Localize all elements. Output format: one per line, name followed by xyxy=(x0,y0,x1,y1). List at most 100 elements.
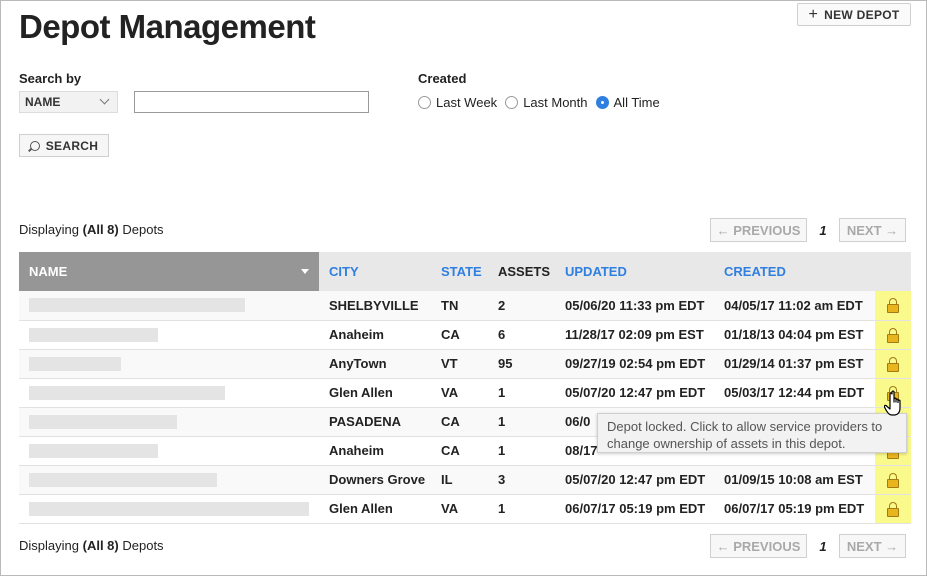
table-row[interactable]: Downers Grove IL 3 05/07/20 12:47 pm EDT 01/… xyxy=(19,465,911,495)
cell-city: Glen Allen xyxy=(319,378,431,408)
lock-toggle[interactable] xyxy=(875,349,911,379)
hand-cursor-icon xyxy=(884,390,901,416)
lock-toggle[interactable] xyxy=(875,320,911,350)
redacted-name-bar xyxy=(29,443,158,458)
radio-indicator[interactable] xyxy=(505,96,519,109)
search-by-select[interactable]: NAME xyxy=(19,91,118,113)
column-header-assets: ASSETS xyxy=(488,252,555,291)
count-suffix: Depots xyxy=(122,222,164,237)
lock-tooltip: Depot locked. Click to allow service pro… xyxy=(597,413,907,453)
next-button[interactable]: NEXT → xyxy=(839,218,906,242)
lock-icon[interactable] xyxy=(887,501,899,517)
lock-toggle[interactable] xyxy=(875,465,911,495)
cell-city: PASADENA xyxy=(319,407,431,437)
cell-city: Downers Grove xyxy=(319,465,431,495)
lock-icon[interactable] xyxy=(887,472,899,488)
radio-label: Last Week xyxy=(436,95,498,110)
cell-city: AnyTown xyxy=(319,349,431,379)
cell-assets: 2 xyxy=(488,291,555,321)
table-row[interactable]: Anaheim CA 6 11/28/17 02:09 pm EST 01/18/13 … xyxy=(19,320,911,350)
column-header-city[interactable]: CITY xyxy=(319,252,431,291)
radio-label: Last Month xyxy=(523,95,588,110)
cell-city: Glen Allen xyxy=(319,494,431,524)
radio-indicator[interactable] xyxy=(418,96,431,109)
cell-name-redacted xyxy=(19,494,319,524)
cell-created: 01/09/15 10:08 am EST xyxy=(714,465,875,495)
count-prefix: Displaying xyxy=(19,222,79,237)
cell-assets: 1 xyxy=(488,436,555,466)
radio-all-time[interactable]: All Time xyxy=(595,95,660,110)
search-button[interactable]: SEARCH xyxy=(19,134,109,157)
result-count-top: Displaying (All 8) Depots xyxy=(19,222,164,237)
search-by-value: NAME xyxy=(25,95,61,109)
search-input[interactable] xyxy=(134,91,369,113)
count-value: (All 8) xyxy=(82,222,119,237)
cell-state: VA xyxy=(431,494,488,524)
lock-icon[interactable] xyxy=(887,298,899,314)
table-header-row: NAME CITY STATE ASSETS UPDATED CREATED xyxy=(19,252,911,291)
cell-state: TN xyxy=(431,291,488,321)
new-depot-button[interactable]: + NEW DEPOT xyxy=(797,3,911,26)
created-radio-group: Last Week Last Month All Time xyxy=(418,95,668,110)
cell-state: IL xyxy=(431,465,488,495)
search-button-label: SEARCH xyxy=(45,138,99,153)
cell-created: 06/07/17 05:19 pm EDT xyxy=(714,494,875,524)
table-row[interactable]: SHELBYVILLE TN 2 05/06/20 11:33 pm EDT 04/05… xyxy=(19,291,911,321)
cell-city: Anaheim xyxy=(319,320,431,350)
cell-assets: 6 xyxy=(488,320,555,350)
cell-state: CA xyxy=(431,320,488,350)
table-row[interactable]: Glen Allen VA 1 05/07/20 12:47 pm EDT 05/03/… xyxy=(19,378,911,408)
cell-assets: 1 xyxy=(488,378,555,408)
cell-name-redacted xyxy=(19,291,319,321)
count-value: (All 8) xyxy=(82,538,119,553)
cell-created: 05/03/17 12:44 pm EDT xyxy=(714,378,875,408)
column-label: STATE xyxy=(441,264,482,279)
cell-assets: 1 xyxy=(488,407,555,437)
column-header-lock xyxy=(875,252,911,291)
lock-icon[interactable] xyxy=(887,356,899,372)
lock-toggle[interactable] xyxy=(875,494,911,524)
cell-created: 01/29/14 01:37 pm EST xyxy=(714,349,875,379)
table-row[interactable]: AnyTown VT 95 09/27/19 02:54 pm EDT 01/29/14… xyxy=(19,349,911,379)
cell-updated: 09/27/19 02:54 pm EDT xyxy=(555,349,714,379)
next-button[interactable]: NEXT → xyxy=(839,534,906,558)
cell-updated: 05/06/20 11:33 pm EDT xyxy=(555,291,714,321)
radio-last-week[interactable]: Last Week xyxy=(418,95,497,110)
new-depot-label: NEW DEPOT xyxy=(824,7,900,22)
column-header-created[interactable]: CREATED xyxy=(714,252,875,291)
depots-table: NAME CITY STATE ASSETS UPDATED CREATED S… xyxy=(19,252,911,524)
radio-indicator-selected[interactable] xyxy=(595,96,609,109)
pagination-top: ← PREVIOUS 1 NEXT → xyxy=(710,218,906,242)
lock-icon[interactable] xyxy=(887,327,899,343)
search-by-label: Search by xyxy=(19,71,82,86)
redacted-name-bar xyxy=(29,327,158,342)
cell-name-redacted xyxy=(19,407,319,437)
cell-updated: 11/28/17 02:09 pm EST xyxy=(555,320,714,350)
radio-label: All Time xyxy=(613,95,660,110)
cell-state: CA xyxy=(431,407,488,437)
cell-name-redacted xyxy=(19,349,319,379)
chevron-down-icon xyxy=(99,94,110,105)
page-title: Depot Management xyxy=(19,8,316,45)
pagination-bottom: ← PREVIOUS 1 NEXT → xyxy=(710,534,906,558)
cell-assets: 95 xyxy=(488,349,555,379)
radio-last-month[interactable]: Last Month xyxy=(505,95,588,110)
table-row[interactable]: Glen Allen VA 1 06/07/17 05:19 pm EDT 06/07/… xyxy=(19,494,911,524)
cell-created: 04/05/17 11:02 am EDT xyxy=(714,291,875,321)
cell-assets: 3 xyxy=(488,465,555,495)
lock-toggle[interactable] xyxy=(875,291,911,321)
column-header-name[interactable]: NAME xyxy=(19,252,319,291)
previous-button[interactable]: ← PREVIOUS xyxy=(710,218,807,242)
page-number: 1 xyxy=(819,222,827,238)
page-number: 1 xyxy=(819,538,827,554)
previous-button[interactable]: ← PREVIOUS xyxy=(710,534,807,558)
cell-city: SHELBYVILLE xyxy=(319,291,431,321)
result-count-bottom: Displaying (All 8) Depots xyxy=(19,538,164,553)
redacted-name-bar xyxy=(29,472,217,487)
cell-city: Anaheim xyxy=(319,436,431,466)
cell-state: CA xyxy=(431,436,488,466)
column-header-updated[interactable]: UPDATED xyxy=(555,252,714,291)
cell-updated: 06/07/17 05:19 pm EDT xyxy=(555,494,714,524)
column-label: NAME xyxy=(29,264,68,279)
count-suffix: Depots xyxy=(122,538,164,553)
